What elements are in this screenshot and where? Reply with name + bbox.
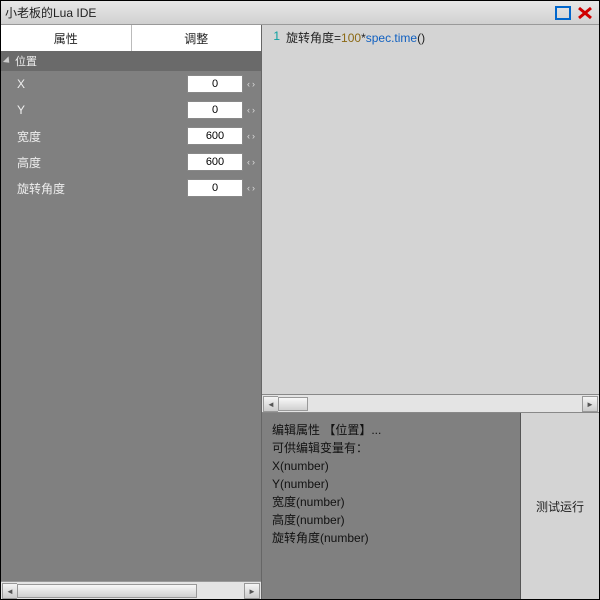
prop-stepper-width[interactable]: ‹› xyxy=(247,131,255,141)
editor-content[interactable]: 旋转角度=100*spec.time() xyxy=(286,29,425,390)
prop-input-y[interactable] xyxy=(187,101,243,119)
right-panel: 1 旋转角度=100*spec.time() ◄ ► 编辑属性 【位置】... … xyxy=(261,25,599,599)
editor-scroll-left-button[interactable]: ◄ xyxy=(263,396,279,412)
prop-row-height: 高度 ‹› xyxy=(1,149,261,175)
prop-row-x: X ‹› xyxy=(1,71,261,97)
info-line: 高度(number) xyxy=(272,511,510,529)
maximize-button[interactable] xyxy=(553,4,573,22)
property-tabs: 属性 调整 xyxy=(1,25,261,51)
bottom-panel: 编辑属性 【位置】... 可供编辑变量有： X(number) Y(number… xyxy=(262,413,599,599)
tab-adjust[interactable]: 调整 xyxy=(132,25,262,51)
code-editor[interactable]: 1 旋转角度=100*spec.time() xyxy=(262,25,599,395)
info-line: 可供编辑变量有： xyxy=(272,439,510,457)
editor-scrollbar[interactable]: ◄ ► xyxy=(262,395,599,413)
info-panel: 编辑属性 【位置】... 可供编辑变量有： X(number) Y(number… xyxy=(262,413,521,599)
prop-stepper-y[interactable]: ‹› xyxy=(247,105,255,115)
prop-input-width[interactable] xyxy=(187,127,243,145)
property-list: 位置 X ‹› Y ‹› 宽度 ‹› 高度 xyxy=(1,51,261,581)
prop-input-height[interactable] xyxy=(187,153,243,171)
prop-input-rotation[interactable] xyxy=(187,179,243,197)
info-line: 宽度(number) xyxy=(272,493,510,511)
scroll-left-button[interactable]: ◄ xyxy=(2,583,18,599)
body: 属性 调整 位置 X ‹› Y ‹› 宽度 ‹› xyxy=(1,25,599,599)
close-button[interactable] xyxy=(575,4,595,22)
prop-stepper-height[interactable]: ‹› xyxy=(247,157,255,167)
info-line: 旋转角度(number) xyxy=(272,529,510,547)
info-line: Y(number) xyxy=(272,475,510,493)
code-line[interactable]: 旋转角度=100*spec.time() xyxy=(286,29,425,46)
editor-scroll-right-button[interactable]: ► xyxy=(582,396,598,412)
editor-scroll-thumb[interactable] xyxy=(278,397,308,411)
maximize-icon xyxy=(555,6,571,20)
run-label: 测试运行 xyxy=(536,498,584,515)
prop-label-width: 宽度 xyxy=(17,128,187,145)
app-window: 小老板的Lua IDE 属性 调整 位置 X ‹› Y xyxy=(0,0,600,600)
info-line: 编辑属性 【位置】... xyxy=(272,421,510,439)
tab-attributes[interactable]: 属性 xyxy=(1,25,132,51)
prop-row-rotation: 旋转角度 ‹› xyxy=(1,175,261,201)
prop-label-y: Y xyxy=(17,103,187,117)
info-line: X(number) xyxy=(272,457,510,475)
titlebar: 小老板的Lua IDE xyxy=(1,1,599,25)
prop-input-x[interactable] xyxy=(187,75,243,93)
prop-label-x: X xyxy=(17,77,187,91)
run-button[interactable]: 测试运行 xyxy=(521,413,599,599)
line-number: 1 xyxy=(262,29,280,43)
close-icon xyxy=(577,6,593,20)
editor-gutter: 1 xyxy=(262,29,286,390)
left-scrollbar[interactable]: ◄ ► xyxy=(1,581,261,599)
left-panel: 属性 调整 位置 X ‹› Y ‹› 宽度 ‹› xyxy=(1,25,261,599)
prop-row-width: 宽度 ‹› xyxy=(1,123,261,149)
editor-scroll-track[interactable] xyxy=(278,396,583,412)
scroll-thumb[interactable] xyxy=(17,584,197,598)
prop-row-y: Y ‹› xyxy=(1,97,261,123)
group-position[interactable]: 位置 xyxy=(1,51,261,71)
scroll-track[interactable] xyxy=(17,583,245,599)
prop-label-rotation: 旋转角度 xyxy=(17,180,187,197)
scroll-right-button[interactable]: ► xyxy=(244,583,260,599)
prop-stepper-rotation[interactable]: ‹› xyxy=(247,183,255,193)
prop-label-height: 高度 xyxy=(17,154,187,171)
window-title: 小老板的Lua IDE xyxy=(5,4,551,21)
prop-stepper-x[interactable]: ‹› xyxy=(247,79,255,89)
